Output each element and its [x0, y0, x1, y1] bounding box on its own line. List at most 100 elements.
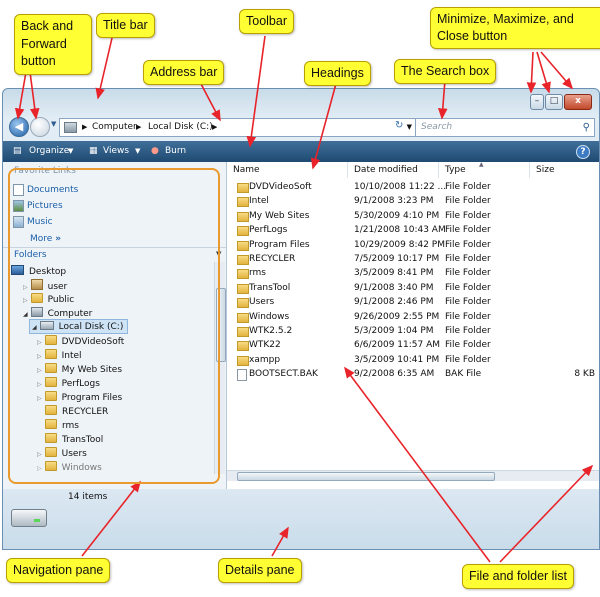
callout-navigation-pane: Navigation pane [6, 558, 111, 583]
file-type: File Folder [445, 196, 491, 207]
file-date: 6/6/2009 11:57 AM [354, 340, 441, 351]
file-name: WTK2.5.2 [249, 326, 293, 336]
file-date: 5/30/2009 4:10 PM [354, 210, 440, 221]
file-type: File Folder [445, 311, 491, 322]
file-folder-list: Name Date modified Type ▲ Size DVDVideoS… [227, 161, 599, 489]
column-header-type-label: Type [445, 165, 466, 175]
file-row[interactable]: WTK22 6/6/2009 11:57 AM File Folder [227, 338, 599, 352]
column-header-size[interactable]: Size [530, 162, 599, 178]
details-pane: 14 items [3, 489, 599, 549]
file-row[interactable]: PerfLogs 1/21/2008 10:43 AM File Folder [227, 223, 599, 237]
file-type: File Folder [445, 182, 491, 192]
search-icon[interactable]: ⚲ [583, 119, 590, 136]
file-icon [237, 369, 247, 382]
file-row[interactable]: WTK2.5.2 5/3/2009 1:04 PM File Folder [227, 324, 599, 338]
folder-icon [237, 341, 249, 352]
callout-file-folder-list: File and folder list [462, 564, 574, 589]
organize-icon: ▤ [13, 146, 22, 156]
minimize-button[interactable]: – [530, 94, 544, 110]
organize-button[interactable]: Organize [29, 141, 69, 162]
search-placeholder: Search [421, 122, 453, 132]
burn-button[interactable]: Burn [165, 141, 186, 162]
file-date: 9/1/2008 3:23 PM [354, 196, 434, 207]
folder-icon [237, 298, 249, 309]
file-row[interactable]: BOOTSECT.BAK 9/2/2008 6:35 AM BAK File 8 KB [227, 367, 599, 382]
back-button[interactable]: ◀ [9, 117, 29, 137]
refresh-icon[interactable]: ↻ [395, 120, 403, 131]
callout-details-pane: Details pane [218, 558, 302, 583]
file-row[interactable]: Intel 9/1/2008 3:23 PM File Folder [227, 194, 599, 208]
views-button[interactable]: Views [103, 141, 129, 162]
file-date: 10/29/2009 8:42 PM [354, 239, 445, 250]
folder-icon [237, 255, 249, 265]
file-type: File Folder [445, 282, 491, 293]
organize-dropdown-icon[interactable]: ▼ [68, 141, 73, 162]
file-date: 9/1/2008 3:40 PM [354, 282, 434, 293]
folder-icon [237, 240, 249, 251]
folder-icon [237, 283, 249, 294]
file-name: Windows [249, 311, 290, 322]
file-name: Users [249, 297, 275, 308]
file-row[interactable]: TransTool 9/1/2008 3:40 PM File Folder [227, 281, 599, 295]
folder-icon [237, 197, 249, 208]
views-dropdown-icon[interactable]: ▼ [135, 141, 140, 162]
file-name: xampp [249, 354, 281, 365]
folder-icon [237, 226, 249, 237]
file-row[interactable]: rms 3/5/2009 8:41 PM File Folder [227, 266, 599, 280]
file-type: File Folder [445, 340, 491, 351]
column-header-name[interactable]: Name [227, 162, 348, 178]
file-row[interactable]: Program Files 10/29/2009 8:42 PM File Fold… [227, 238, 599, 252]
breadcrumb-local-disk[interactable]: Local Disk (C:) [148, 119, 213, 136]
file-date: 3/5/2009 10:41 PM [354, 354, 440, 365]
file-type: File Folder [445, 254, 491, 264]
callout-address-bar: Address bar [143, 60, 225, 85]
close-button[interactable]: x [564, 94, 592, 110]
file-date: 3/5/2009 8:41 PM [354, 268, 434, 279]
file-type: File Folder [445, 268, 491, 279]
file-row[interactable]: Windows 9/26/2009 2:55 PM File Folder [227, 310, 599, 324]
help-icon[interactable]: ? [576, 145, 590, 159]
file-date: 7/5/2009 10:17 PM [354, 254, 440, 264]
file-type: File Folder [445, 326, 491, 336]
file-row[interactable]: RECYCLER 7/5/2009 10:17 PM File Folder [227, 252, 599, 266]
file-name: RECYCLER [249, 254, 296, 264]
recent-pages-chevron-icon[interactable]: ▼ [51, 120, 56, 128]
file-list-horizontal-scrollbar[interactable] [227, 470, 599, 481]
column-header-date-modified[interactable]: Date modified [348, 162, 439, 178]
file-row[interactable]: DVDVideoSoft 10/10/2008 11:22 ... File Fol… [227, 180, 599, 194]
file-date: 9/26/2009 2:55 PM [354, 311, 440, 322]
file-date: 9/1/2008 2:46 PM [354, 297, 434, 308]
file-name: WTK22 [249, 340, 281, 351]
column-header-type[interactable]: Type ▲ [439, 161, 530, 178]
folder-icon [237, 312, 249, 323]
file-row[interactable]: xampp 3/5/2009 10:41 PM File Folder [227, 353, 599, 367]
search-box[interactable]: Search ⚲ [415, 118, 595, 137]
hard-drive-large-icon [11, 509, 47, 527]
callout-back-forward: Back and Forward button [14, 14, 92, 75]
forward-button[interactable] [30, 117, 50, 137]
folder-icon [237, 183, 249, 193]
horizontal-scrollbar-thumb[interactable] [237, 472, 495, 481]
breadcrumb-separator-icon: ▶ [82, 123, 88, 131]
address-bar[interactable]: ▶ Computer ▶ Local Disk (C:) ▶ ▼ [59, 118, 417, 137]
file-row[interactable]: Users 9/1/2008 2:46 PM File Folder [227, 295, 599, 309]
callout-window-controls: Minimize, Maximize, and Close button [430, 7, 600, 49]
file-type: File Folder [445, 225, 491, 236]
file-type: File Folder [445, 210, 491, 221]
address-dropdown-icon[interactable]: ▼ [407, 119, 412, 136]
computer-icon [64, 122, 77, 133]
file-row[interactable]: My Web Sites 5/30/2009 4:10 PM File Folder [227, 209, 599, 223]
file-type: File Folder [445, 354, 491, 365]
file-name: DVDVideoSoft [249, 182, 312, 192]
file-type: BAK File [445, 369, 482, 380]
file-name: TransTool [249, 282, 291, 293]
callout-toolbar: Toolbar [239, 9, 294, 34]
breadcrumb-computer[interactable]: Computer [92, 119, 137, 136]
maximize-button[interactable]: □ [545, 94, 563, 110]
sort-ascending-icon: ▲ [479, 161, 484, 168]
callout-headings: Headings [304, 61, 371, 86]
file-type: File Folder [445, 297, 491, 308]
file-name: Intel [249, 196, 269, 207]
file-name: My Web Sites [249, 210, 310, 221]
callout-search-box: The Search box [394, 59, 497, 84]
